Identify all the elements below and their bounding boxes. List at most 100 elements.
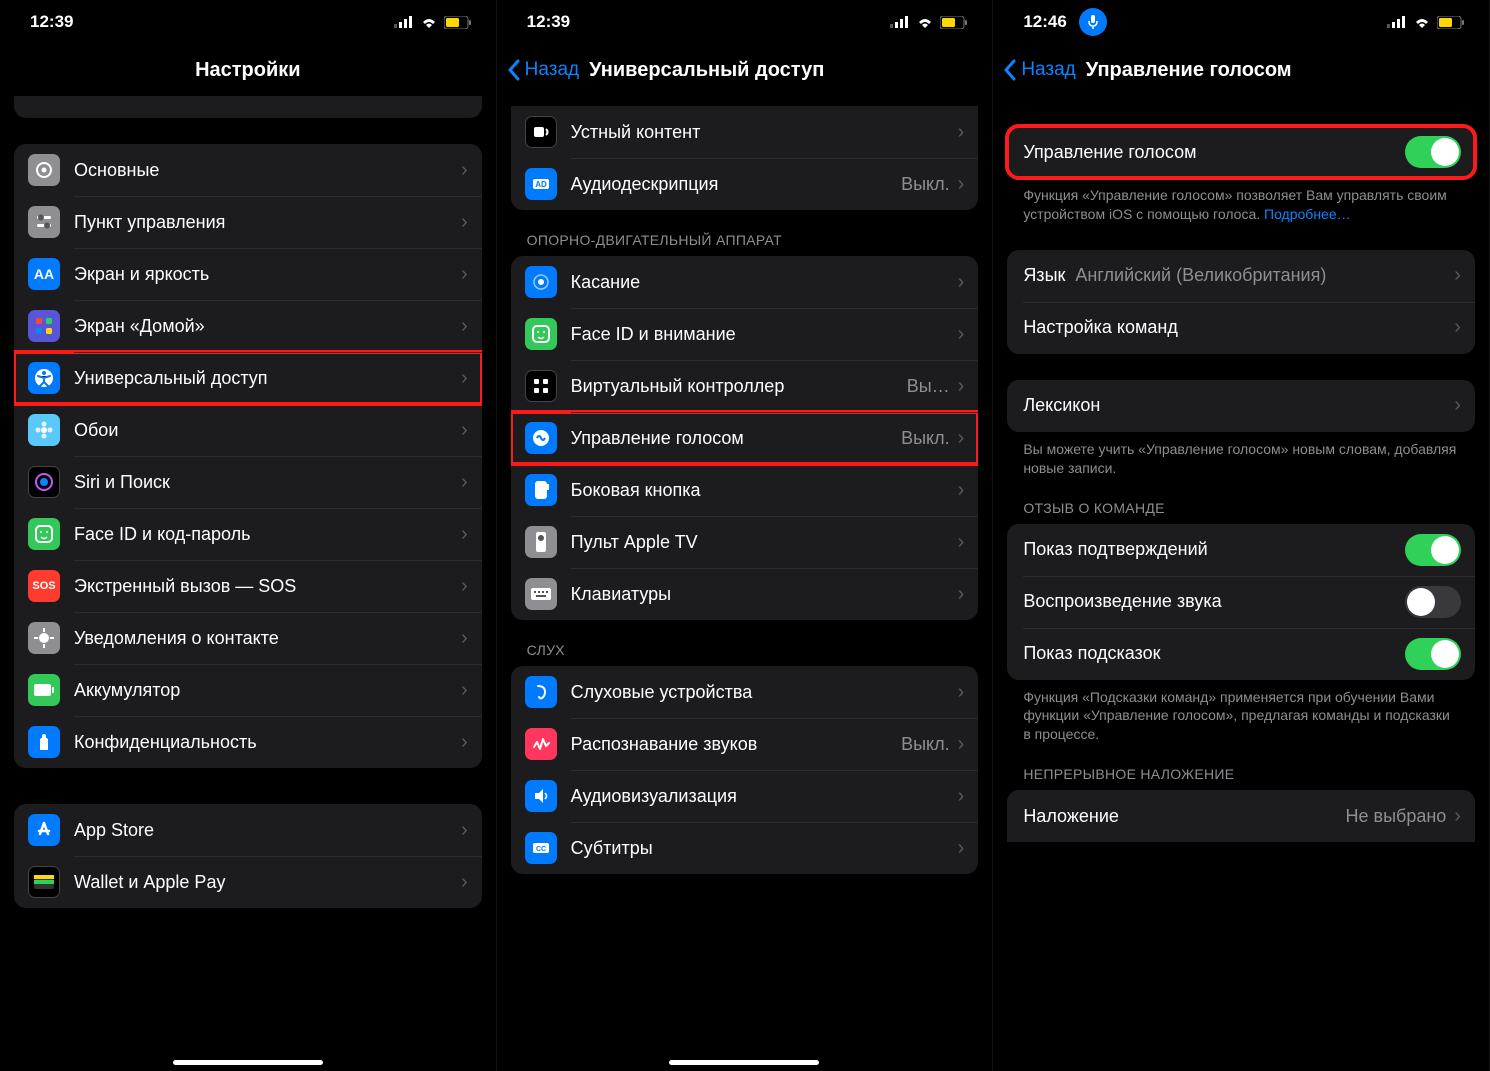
nav-bar: Настройки xyxy=(0,44,496,96)
chevron-right-icon: › xyxy=(461,471,468,494)
settings-row[interactable]: Аудиовизуализация› xyxy=(511,770,979,822)
row-label: Клавиатуры xyxy=(571,584,956,605)
siri-icon xyxy=(28,466,60,498)
settings-row[interactable]: Боковая кнопка› xyxy=(511,464,979,516)
aa-icon: AA xyxy=(28,258,60,290)
settings-row[interactable]: Распознавание звуковВыкл.› xyxy=(511,718,979,770)
battery-icon xyxy=(444,16,472,29)
row-value: Английский (Великобритания) xyxy=(1075,265,1446,286)
feedback-toggle-row[interactable]: Показ подтверждений xyxy=(1007,524,1475,576)
chevron-right-icon: › xyxy=(958,479,965,502)
row-label: Экран «Домой» xyxy=(74,316,459,337)
flower-icon xyxy=(28,414,60,446)
row-label: Основные xyxy=(74,160,459,181)
group-header-feedback: ОТЗЫВ О КОМАНДЕ xyxy=(1007,478,1475,524)
voice-control-footer: Функция «Управление голосом» позволяет В… xyxy=(1007,178,1475,224)
row-label: Wallet и Apple Pay xyxy=(74,872,459,893)
settings-row[interactable]: CCСубтитры› xyxy=(511,822,979,874)
settings-row[interactable]: Аккумулятор› xyxy=(14,664,482,716)
row-label: Аккумулятор xyxy=(74,680,459,701)
back-label: Назад xyxy=(525,59,579,81)
settings-row[interactable]: Универсальный доступ› xyxy=(14,352,482,404)
row-value: Выкл. xyxy=(901,174,950,195)
settings-row[interactable]: Конфиденциальность› xyxy=(14,716,482,768)
settings-row[interactable]: Касание› xyxy=(511,256,979,308)
row-label: Аудиодескрипция xyxy=(571,174,901,195)
voice-control-toggle[interactable] xyxy=(1405,136,1461,168)
virus-icon xyxy=(28,622,60,654)
settings-row[interactable]: Устный контент› xyxy=(511,106,979,158)
commands-row[interactable]: Настройка команд › xyxy=(1007,302,1475,354)
gear-icon xyxy=(28,154,60,186)
back-button[interactable]: Назад xyxy=(507,59,579,81)
settings-row[interactable]: Основные› xyxy=(14,144,482,196)
row-label: Виртуальный контроллер xyxy=(571,376,907,397)
wifi-icon xyxy=(916,16,934,29)
row-label: Настройка команд xyxy=(1023,317,1452,338)
page-title: Настройки xyxy=(0,59,496,82)
chevron-right-icon: › xyxy=(1454,264,1461,287)
chevron-right-icon: › xyxy=(958,375,965,398)
settings-row[interactable]: SOSЭкстренный вызов — SOS› xyxy=(14,560,482,612)
status-time: 12:46 xyxy=(1023,12,1066,32)
settings-row[interactable]: Слуховые устройства› xyxy=(511,666,979,718)
battery-icon xyxy=(940,16,968,29)
side-icon xyxy=(525,474,557,506)
row-label: Управление голосом xyxy=(571,428,901,449)
toggle-switch[interactable] xyxy=(1405,534,1461,566)
settings-row[interactable]: Face ID и код-пароль› xyxy=(14,508,482,560)
settings-row[interactable]: Пункт управления› xyxy=(14,196,482,248)
settings-row[interactable]: Уведомления о контакте› xyxy=(14,612,482,664)
chevron-right-icon: › xyxy=(461,159,468,182)
status-indicators xyxy=(890,16,968,29)
settings-row[interactable]: Пульт Apple TV› xyxy=(511,516,979,568)
learn-more-link[interactable]: Подробнее… xyxy=(1264,206,1351,222)
home-indicator[interactable] xyxy=(173,1060,323,1065)
appstore-icon xyxy=(28,814,60,846)
chevron-right-icon: › xyxy=(958,681,965,704)
chevron-right-icon: › xyxy=(958,583,965,606)
chevron-left-icon xyxy=(507,59,521,81)
accessibility-icon xyxy=(28,362,60,394)
wifi-icon xyxy=(1413,16,1431,29)
settings-row[interactable]: Управление голосомВыкл.› xyxy=(511,412,979,464)
hand-icon xyxy=(28,726,60,758)
settings-row[interactable]: Клавиатуры› xyxy=(511,568,979,620)
row-label: App Store xyxy=(74,820,459,841)
settings-row[interactable]: Wallet и Apple Pay› xyxy=(14,856,482,908)
cc-icon: CC xyxy=(525,832,557,864)
chevron-right-icon: › xyxy=(958,173,965,196)
settings-row[interactable]: Face ID и внимание› xyxy=(511,308,979,360)
screen-voice-control: 12:46 Назад Управление голосом Управлени… xyxy=(993,0,1490,1071)
row-label: Показ подтверждений xyxy=(1023,539,1405,560)
settings-row[interactable]: Siri и Поиск› xyxy=(14,456,482,508)
settings-row[interactable]: App Store› xyxy=(14,804,482,856)
settings-row[interactable]: ADАудиодескрипцияВыкл.› xyxy=(511,158,979,210)
row-label: Язык xyxy=(1023,265,1065,286)
row-label: Управление голосом xyxy=(1023,142,1405,163)
chevron-right-icon: › xyxy=(461,819,468,842)
chevron-right-icon: › xyxy=(958,427,965,450)
chevron-right-icon: › xyxy=(461,575,468,598)
voice-control-toggle-row[interactable]: Управление голосом xyxy=(1007,126,1475,178)
status-indicators xyxy=(394,16,472,29)
language-row[interactable]: Язык Английский (Великобритания) › xyxy=(1007,250,1475,302)
row-label: Воспроизведение звука xyxy=(1023,591,1405,612)
settings-row[interactable]: Экран «Домой»› xyxy=(14,300,482,352)
lexicon-row[interactable]: Лексикон › xyxy=(1007,380,1475,432)
chevron-right-icon: › xyxy=(461,315,468,338)
feedback-toggle-row[interactable]: Показ подсказок xyxy=(1007,628,1475,680)
status-bar: 12:39 xyxy=(0,0,496,44)
chevron-right-icon: › xyxy=(461,731,468,754)
settings-row[interactable]: Обои› xyxy=(14,404,482,456)
row-label: Аудиовизуализация xyxy=(571,786,956,807)
feedback-toggle-row[interactable]: Воспроизведение звука xyxy=(1007,576,1475,628)
signal-icon xyxy=(890,16,910,28)
toggle-switch[interactable] xyxy=(1405,586,1461,618)
settings-row[interactable]: Виртуальный контроллерВы…› xyxy=(511,360,979,412)
settings-row[interactable]: AAЭкран и яркость› xyxy=(14,248,482,300)
home-indicator[interactable] xyxy=(669,1060,819,1065)
toggle-switch[interactable] xyxy=(1405,638,1461,670)
back-button[interactable]: Назад xyxy=(1003,59,1075,81)
overlay-row[interactable]: Наложение Не выбрано › xyxy=(1007,790,1475,842)
